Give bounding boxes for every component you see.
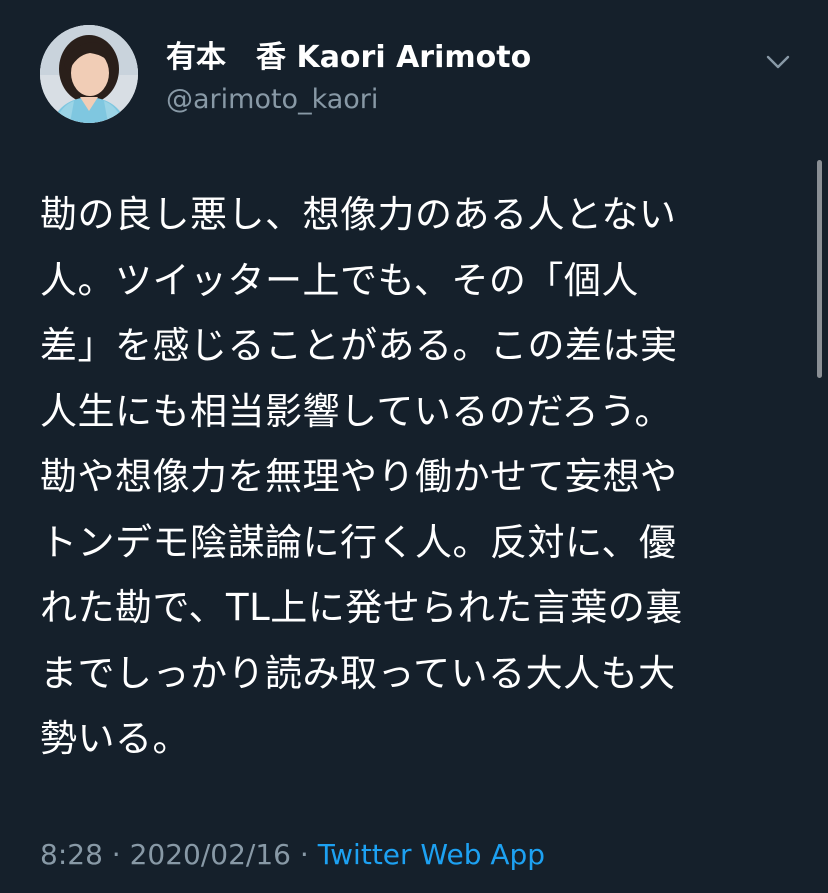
tweet-text-line: 差」を感じることがある。この差は実 bbox=[40, 324, 678, 367]
tweet-source-link[interactable]: Twitter Web App bbox=[318, 838, 545, 871]
tweet-text-line: 勢いる。 bbox=[40, 717, 190, 760]
display-name[interactable]: 有本 香 Kaori Arimoto bbox=[166, 38, 531, 78]
tweet-time[interactable]: 8:28 bbox=[40, 838, 103, 871]
tweet-text-line: トンデモ陰謀論に行く人。反対に、優 bbox=[40, 520, 677, 564]
avatar[interactable] bbox=[40, 25, 138, 123]
tweet-text: 勘の良し悪し、想像力のある人とない 人。ツイッター上でも、その「個人 差」を感じ… bbox=[40, 182, 788, 772]
tweet-meta: 8:28 · 2020/02/16 · Twitter Web App bbox=[40, 835, 545, 875]
tweet-text-line: までしっかり読み取っている大人も大 bbox=[40, 651, 676, 695]
tweet-text-line: 勘の良し悪し、想像力のある人とない bbox=[40, 193, 677, 236]
more-options-button[interactable] bbox=[764, 48, 792, 76]
tweet-text-line: れた勘で、TL上に発せられた言葉の裏 bbox=[40, 586, 683, 629]
tweet-text-line: 人。ツイッター上でも、その「個人 bbox=[40, 258, 639, 302]
user-info: 有本 香 Kaori Arimoto @arimoto_kaori bbox=[166, 38, 531, 118]
tweet-text-line: 勘や想像力を無理やり働かせて妄想や bbox=[40, 455, 678, 498]
user-handle[interactable]: @arimoto_kaori bbox=[166, 82, 531, 118]
tweet-date[interactable]: 2020/02/16 bbox=[130, 838, 291, 871]
meta-separator: · bbox=[290, 838, 318, 871]
avatar-image bbox=[40, 25, 138, 123]
meta-separator: · bbox=[102, 838, 130, 871]
chevron-down-icon bbox=[766, 55, 790, 69]
tweet-text-line: 人生にも相当影響しているのだろう。 bbox=[40, 389, 672, 433]
scrollbar[interactable] bbox=[817, 160, 822, 378]
